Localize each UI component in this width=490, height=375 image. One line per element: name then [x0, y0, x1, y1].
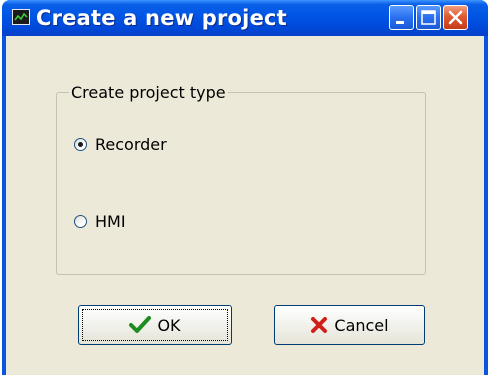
radio-recorder-circle[interactable]	[74, 137, 87, 151]
red-x-icon	[311, 317, 328, 333]
ok-button[interactable]: OK	[78, 305, 232, 345]
close-button[interactable]	[443, 5, 468, 30]
radio-hmi-label[interactable]: HMI	[95, 212, 126, 231]
radio-recorder[interactable]: Recorder	[74, 134, 167, 154]
chart-monitor-icon	[12, 9, 30, 25]
cancel-button[interactable]: Cancel	[274, 305, 425, 345]
dialog-body: Create project type Recorder HMI OK Canc	[6, 36, 484, 375]
radio-hmi[interactable]: HMI	[74, 211, 126, 231]
window-title: Create a new project	[36, 6, 287, 30]
radio-recorder-label[interactable]: Recorder	[95, 135, 167, 154]
group-legend: Create project type	[69, 83, 228, 102]
radio-hmi-circle[interactable]	[74, 214, 87, 228]
maximize-icon	[421, 10, 436, 25]
cancel-label: Cancel	[334, 315, 389, 335]
close-icon	[448, 10, 463, 25]
dialog-window: Create a new project Create project type	[2, 0, 488, 375]
maximize-button[interactable]	[416, 5, 441, 30]
minimize-button[interactable]	[389, 5, 414, 30]
minimize-icon	[396, 21, 404, 24]
focus-rectangle	[82, 309, 228, 341]
title-bar[interactable]: Create a new project	[2, 0, 488, 36]
project-type-group: Create project type Recorder HMI	[56, 83, 426, 275]
